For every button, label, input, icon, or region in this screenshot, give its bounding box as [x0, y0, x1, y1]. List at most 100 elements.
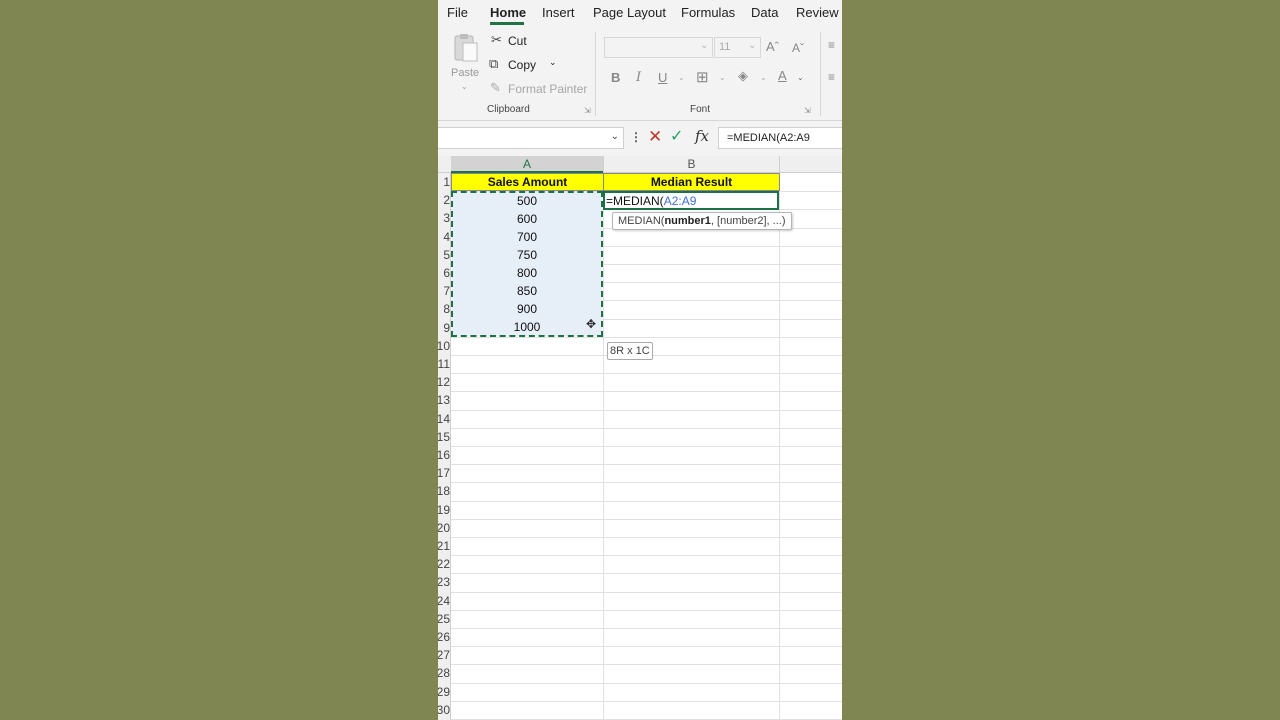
paste-button[interactable]: Paste	[451, 67, 479, 79]
row-header[interactable]: 24	[438, 594, 450, 608]
fill-color-icon[interactable]: ◈	[738, 68, 748, 84]
row-header[interactable]: 20	[438, 521, 450, 535]
row-gridline	[451, 646, 842, 648]
row-header[interactable]: 5	[438, 248, 450, 262]
formula-input[interactable]: =MEDIAN(A2:A9	[718, 127, 842, 149]
tooltip-current-arg: number1	[664, 215, 711, 227]
row-header[interactable]: 4	[438, 230, 450, 244]
row-header[interactable]: 13	[438, 393, 450, 407]
row-gridline	[451, 391, 842, 393]
row-header[interactable]: 25	[438, 612, 450, 626]
chevron-down-icon: ⌄	[700, 40, 708, 50]
format-painter-button[interactable]: Format Painter	[508, 82, 587, 96]
row-header[interactable]: 2	[438, 193, 450, 207]
copy-button[interactable]: Copy	[508, 58, 536, 72]
row-header[interactable]: 28	[438, 666, 450, 680]
row-header[interactable]: 22	[438, 557, 450, 571]
row-header[interactable]: 1	[438, 175, 450, 189]
row-header[interactable]: 9	[438, 321, 450, 335]
decrease-font-size-icon[interactable]: Aˇ	[792, 41, 804, 55]
more-options-icon[interactable]: ⋮	[630, 130, 642, 144]
italic-button[interactable]: I	[636, 70, 641, 85]
chevron-down-icon[interactable]: ⌄	[678, 73, 685, 82]
paste-icon[interactable]	[453, 33, 479, 63]
row-header[interactable]: 23	[438, 575, 450, 589]
tooltip-function-name[interactable]: MEDIAN(	[618, 215, 664, 227]
row-header[interactable]: 12	[438, 375, 450, 389]
chevron-down-icon[interactable]: ⌄	[719, 73, 726, 82]
row-header[interactable]: 8	[438, 302, 450, 316]
worksheet-grid[interactable]: A B 1 2 3 4 5 6 7 8 9 10 11 12 13 14 15 16 17 18 19 20 21 22 2…	[438, 156, 842, 720]
bold-button[interactable]: B	[611, 70, 620, 85]
cell-formula-text: =MEDIAN(A2:A9	[606, 194, 696, 208]
align-top-icon[interactable]: ≡	[828, 38, 835, 52]
tab-page-layout[interactable]: Page Layout	[593, 5, 666, 20]
chevron-down-icon: ⌄	[748, 40, 756, 50]
font-size-select[interactable]: 11 ⌄	[714, 37, 761, 58]
function-argument-tooltip[interactable]: MEDIAN(number1, [number2], ...)	[612, 212, 792, 230]
tab-insert[interactable]: Insert	[542, 5, 575, 20]
font-name-select[interactable]: ⌄	[604, 37, 713, 58]
row-header[interactable]: 30	[438, 703, 450, 717]
insert-function-icon[interactable]: fx	[695, 127, 709, 145]
row-header[interactable]: 21	[438, 539, 450, 553]
row-header[interactable]: 3	[438, 211, 450, 225]
font-launcher-icon[interactable]: ⇲	[804, 106, 811, 115]
cell-b2-editing[interactable]: =MEDIAN(A2:A9	[603, 191, 779, 210]
clipboard-group-label: Clipboard	[487, 104, 530, 115]
row-header[interactable]: 11	[438, 357, 450, 371]
row-header[interactable]: 15	[438, 430, 450, 444]
align-left-icon[interactable]: ≡	[828, 70, 835, 84]
chevron-down-icon[interactable]: ⌄	[760, 73, 767, 82]
row-header[interactable]: 16	[438, 448, 450, 462]
increase-font-size-icon[interactable]: Aˆ	[766, 39, 779, 54]
menu-tabs: File Home Insert Page Layout Formulas Da…	[438, 0, 842, 26]
row-header[interactable]: 27	[438, 648, 450, 662]
row-gridline	[451, 682, 842, 684]
clipboard-launcher-icon[interactable]: ⇲	[584, 106, 591, 115]
cut-button[interactable]: Cut	[508, 34, 527, 48]
row-header[interactable]: 19	[438, 503, 450, 517]
formula-prefix: =MEDIAN(	[606, 194, 664, 208]
copy-dropdown-icon[interactable]: ⌄	[549, 57, 557, 68]
tab-data[interactable]: Data	[751, 5, 778, 20]
row-header[interactable]: 26	[438, 630, 450, 644]
font-color-icon[interactable]: A	[778, 68, 787, 83]
row-header[interactable]: 29	[438, 685, 450, 699]
row-gridline	[451, 373, 842, 375]
enter-check-icon[interactable]: ✓	[670, 126, 683, 146]
row-gridline	[451, 628, 842, 629]
cell-a1[interactable]: Sales Amount	[451, 173, 604, 191]
row-header[interactable]: 6	[438, 266, 450, 280]
tooltip-remaining-args: , [number2], ...)	[710, 215, 786, 227]
row-header[interactable]: 7	[438, 284, 450, 298]
cell-b1[interactable]: Median Result	[603, 173, 780, 191]
row-gridline	[451, 537, 842, 538]
column-header-c[interactable]	[779, 156, 842, 173]
paste-dropdown-icon[interactable]: ⌄	[461, 82, 468, 91]
cancel-icon[interactable]: ✕	[648, 127, 662, 147]
scissors-icon: ✂	[491, 32, 502, 47]
row-header[interactable]: 18	[438, 484, 450, 498]
tab-home[interactable]: Home	[490, 5, 526, 20]
underline-button[interactable]: U	[658, 70, 667, 85]
row-header[interactable]: 14	[438, 412, 450, 426]
column-header-b[interactable]: B	[603, 156, 779, 173]
tab-formulas[interactable]: Formulas	[681, 5, 735, 20]
row-gridline	[451, 427, 842, 429]
tab-file[interactable]: File	[447, 5, 468, 20]
borders-icon[interactable]: ⊞	[696, 68, 709, 86]
tab-review[interactable]: Review	[796, 5, 839, 20]
row-gridline	[451, 518, 842, 520]
format-painter-icon: ✎	[490, 80, 501, 95]
name-box[interactable]: ⌄	[438, 127, 624, 149]
column-divider	[603, 173, 604, 720]
chevron-down-icon[interactable]: ⌄	[797, 73, 804, 82]
row-gridline	[451, 482, 842, 484]
select-all-corner[interactable]	[438, 156, 451, 173]
chevron-down-icon[interactable]: ⌄	[611, 131, 619, 142]
range-selection-marquee	[451, 191, 603, 337]
row-header[interactable]: 17	[438, 466, 450, 480]
column-header-a[interactable]: A	[451, 156, 603, 173]
row-header[interactable]: 10	[438, 339, 450, 353]
